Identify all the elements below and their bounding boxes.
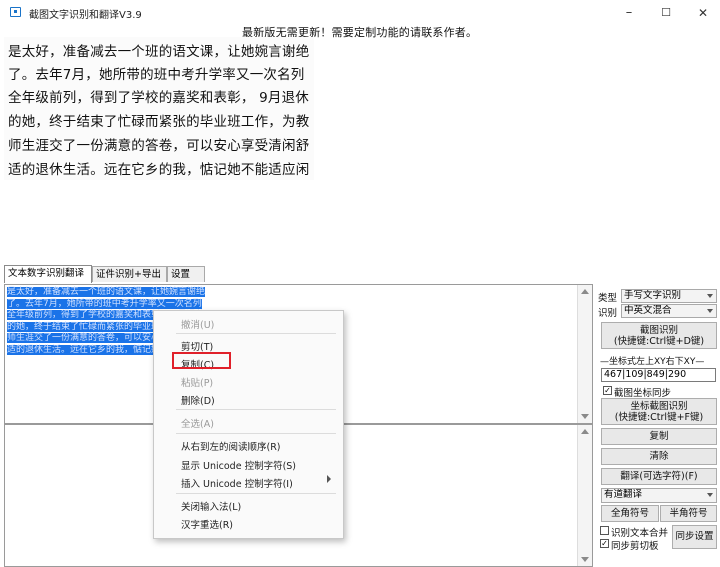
coord-capture-label: 坐标截图识别 <box>630 401 688 412</box>
capture-ocr-button[interactable]: 截图识别 (快捷键:Ctrl键+D键) <box>601 322 717 349</box>
menu-separator <box>176 333 336 334</box>
halfwidth-symbols-button[interactable]: 半角符号 <box>660 505 717 522</box>
capture-button-shortcut: (快捷键:Ctrl键+D键) <box>613 336 705 347</box>
tab-settings[interactable]: 设置 <box>167 266 205 282</box>
ocr-language-value: 中英文混合 <box>624 305 672 316</box>
capture-button-label: 截图识别 <box>639 325 678 336</box>
menu-close-ime[interactable]: 关闭输入法(L) <box>181 499 241 513</box>
menu-show-unicode[interactable]: 显示 Unicode 控制字符(S) <box>181 458 296 472</box>
submenu-arrow-icon <box>327 475 331 483</box>
scroll-down-icon[interactable] <box>581 414 589 419</box>
menu-rtl-order[interactable]: 从右到左的阅读顺序(R) <box>181 439 281 453</box>
sync-coords-label: 截图坐标同步 <box>614 388 672 399</box>
sync-clipboard-checkbox[interactable]: ✓ <box>600 539 609 548</box>
translator-select-value: 有道翻译 <box>604 489 643 500</box>
sync-settings-button[interactable]: 同步设置 <box>672 525 717 549</box>
scroll-up-icon[interactable] <box>581 289 589 294</box>
sync-clipboard-label: 同步剪切板 <box>611 541 659 552</box>
menu-insert-unicode[interactable]: 插入 Unicode 控制字符(I) <box>181 476 293 490</box>
menu-undo[interactable]: 撤消(U) <box>181 317 214 331</box>
type-select[interactable]: 手写文字识别 <box>621 289 717 303</box>
menu-paste[interactable]: 粘贴(P) <box>181 375 213 389</box>
app-icon <box>10 7 21 17</box>
sync-coords-checkbox[interactable]: ✓ <box>603 386 612 395</box>
type-label: 类型 <box>598 293 618 304</box>
coords-input[interactable]: 467|109|849|290 <box>601 368 716 382</box>
captured-line: 适的退休生活。远在它乡的我，惦记她不能适应闲 <box>8 162 310 178</box>
chevron-down-icon <box>707 309 713 313</box>
tab-text-recognition[interactable]: 文本数字识别翻译 <box>4 265 92 283</box>
menu-separator <box>176 409 336 410</box>
translator-select[interactable]: 有道翻译 <box>601 488 717 503</box>
chevron-down-icon <box>707 294 713 298</box>
type-select-value: 手写文字识别 <box>624 290 682 301</box>
window-title: 截图文字识别和翻译V3.9 <box>29 10 142 21</box>
menu-select-all[interactable]: 全选(A) <box>181 416 214 430</box>
coords-label: —坐标式左上XY右下XY— <box>600 357 705 367</box>
scroll-up-icon[interactable] <box>581 429 589 434</box>
captured-line: 了。去年7月，她所带的班中考升学率又一次名列 <box>8 67 305 83</box>
tab-strip: 文本数字识别翻译 证件识别+导出 设置 <box>4 265 594 284</box>
menu-reconvert[interactable]: 汉字重选(R) <box>181 517 233 531</box>
clear-button[interactable]: 清除 <box>601 448 717 465</box>
top-scrollbar[interactable] <box>577 285 592 423</box>
copy-button[interactable]: 复制 <box>601 428 717 445</box>
close-button[interactable]: ✕ <box>688 4 718 22</box>
maximize-button[interactable]: ☐ <box>651 4 681 22</box>
context-menu: 撤消(U) 剪切(T) 复制(C) 粘贴(P) 删除(D) 全选(A) 从右到左… <box>153 310 344 539</box>
bottom-scrollbar[interactable] <box>577 425 592 566</box>
captured-line: 全年级前列，得到了学校的嘉奖和表彰， 9月退休 <box>8 90 309 106</box>
fullwidth-symbols-button[interactable]: 全角符号 <box>601 505 659 522</box>
title-bar[interactable]: 截图文字识别和翻译V3.9 – ☐ ✕ <box>0 0 720 26</box>
captured-line: 的她，终于结束了忙碌而紧张的毕业班工作，为教 <box>8 114 310 130</box>
ocr-language-select[interactable]: 中英文混合 <box>621 304 717 318</box>
menu-delete[interactable]: 删除(D) <box>181 393 215 407</box>
captured-line: 是太好，准备减去一个班的语文课，让她婉言谢绝 <box>8 44 310 60</box>
translate-button[interactable]: 翻译(可选字符)(F) <box>601 468 717 485</box>
copy-highlight-box <box>172 352 231 369</box>
coord-capture-button[interactable]: 坐标截图识别 (快捷键:Ctrl键+F键) <box>601 398 717 425</box>
merge-text-checkbox[interactable] <box>600 526 609 535</box>
minimize-button[interactable]: – <box>614 4 644 22</box>
scroll-down-icon[interactable] <box>581 557 589 562</box>
chevron-down-icon <box>707 493 713 497</box>
tab-id-recognition[interactable]: 证件识别+导出 <box>92 266 167 282</box>
merge-text-label: 识别文本合并 <box>611 528 669 539</box>
ocr-line: 了。去年7月，她所带的班中考升学率又一次名列 <box>7 298 202 309</box>
menu-cut[interactable]: 剪切(T) <box>181 339 213 353</box>
captured-line: 师生涯交了一份满意的答卷，可以安心享受清闲舒 <box>8 138 310 154</box>
captured-image: 是太好，准备减去一个班的语文课，让她婉言谢绝 了。去年7月，她所带的班中考升学率… <box>4 37 314 180</box>
menu-separator <box>176 493 336 494</box>
ocr-line: 是太好，准备减去一个班的语文课，让她婉言谢绝 <box>7 287 206 297</box>
menu-separator <box>176 433 336 434</box>
coord-capture-shortcut: (快捷键:Ctrl键+F键) <box>614 412 704 423</box>
ocr-label: 识别 <box>598 308 618 319</box>
